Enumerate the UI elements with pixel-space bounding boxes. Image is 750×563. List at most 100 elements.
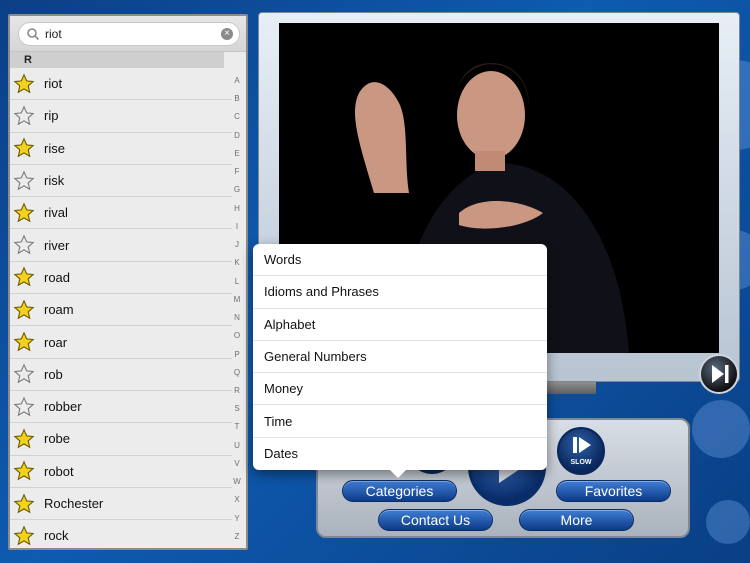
star-outline-icon[interactable] [13,396,35,418]
star-filled-icon[interactable] [13,525,35,547]
word-label: riot [44,76,63,92]
word-label: rob [44,366,63,382]
more-button[interactable]: More [519,509,634,531]
alphabet-index[interactable]: ABCDEFGHIJKLMNOPQRSTUVWXYZ [228,76,246,542]
star-filled-icon[interactable] [13,299,35,321]
list-item[interactable]: road [10,262,232,295]
list-item[interactable]: robot [10,456,232,488]
favorites-button[interactable]: Favorites [556,480,671,502]
index-letter[interactable]: D [234,131,240,141]
word-label: rip [44,108,59,124]
word-label: rock [44,528,69,544]
star-filled-icon[interactable] [13,460,35,482]
word-label: robe [44,431,71,447]
index-letter[interactable]: Y [234,514,239,524]
slow-play-icon [573,437,591,453]
list-item[interactable]: roar [10,326,232,359]
word-label: roar [44,334,68,350]
list-item[interactable]: roam [10,294,232,327]
star-outline-icon[interactable] [13,105,35,127]
word-label: risk [44,173,65,189]
star-outline-icon[interactable] [13,234,35,256]
index-letter[interactable]: W [233,477,241,487]
slow-label: SLOW [570,459,592,466]
next-button[interactable] [699,354,739,394]
star-filled-icon[interactable] [13,428,35,450]
search-input[interactable] [45,25,205,43]
index-letter[interactable]: G [234,185,240,195]
menu-item-category[interactable]: Idioms and Phrases [253,276,547,309]
search-icon [27,28,40,41]
skip-next-icon [712,365,729,383]
menu-item-category[interactable]: Money [253,373,547,406]
menu-item-category[interactable]: Dates [253,438,547,470]
index-letter[interactable]: R [234,386,240,396]
index-letter[interactable]: S [234,404,239,414]
list-item[interactable]: river [10,229,232,262]
categories-button[interactable]: Categories [342,480,457,502]
star-outline-icon[interactable] [13,363,35,385]
list-item[interactable]: rip [10,100,232,133]
star-filled-icon[interactable] [13,492,35,515]
menu-item-category[interactable]: Time [253,405,547,438]
word-list: riot rip rise risk rival river road roam roar rob… [10,68,232,548]
categories-popover: Words Idioms and Phrases Alphabet General N… [253,244,547,470]
word-label: rival [44,205,68,221]
list-item[interactable]: risk [10,165,232,198]
list-item[interactable]: robber [10,391,232,424]
menu-item-category[interactable]: Words [253,244,547,277]
word-list-panel: × R riot rip rise risk rival river road roam roa… [8,14,248,550]
index-letter[interactable]: Z [235,532,240,542]
word-label: robot [44,463,74,479]
word-label: rise [44,140,65,156]
background-bubble [692,400,750,458]
star-filled-icon[interactable] [13,73,35,95]
index-letter[interactable]: C [234,112,240,122]
index-letter[interactable]: P [234,350,239,360]
star-filled-icon[interactable] [13,137,35,159]
star-filled-icon[interactable] [13,331,35,353]
star-outline-icon[interactable] [13,169,35,192]
index-letter[interactable]: N [234,313,240,323]
word-label: roam [44,302,74,318]
index-letter[interactable]: B [234,94,239,104]
word-label: Rochester [44,496,104,511]
section-header: R [10,52,224,68]
index-letter[interactable]: Q [234,368,240,378]
list-item[interactable]: rock [10,520,232,548]
star-filled-icon[interactable] [13,266,35,288]
index-letter[interactable]: E [234,149,239,159]
slow-button[interactable]: SLOW [557,427,605,475]
star-filled-icon[interactable] [13,202,35,224]
index-letter[interactable]: A [234,76,239,86]
index-letter[interactable]: K [234,258,239,268]
index-letter[interactable]: F [235,167,240,177]
index-letter[interactable]: V [234,459,239,469]
word-label: river [44,237,70,253]
list-item[interactable]: rob [10,359,232,391]
index-letter[interactable]: O [234,331,240,341]
list-item[interactable]: rival [10,197,232,230]
search-box[interactable]: × [18,22,240,46]
index-letter[interactable]: T [235,422,240,432]
menu-item-category[interactable]: Alphabet [253,309,547,341]
background-bubble [706,500,750,544]
list-item[interactable]: riot [10,68,232,101]
menu-item-category[interactable]: General Numbers [253,341,547,374]
index-letter[interactable]: X [234,495,239,505]
popover-arrow [388,468,408,478]
clear-icon[interactable]: × [221,28,233,40]
word-label: road [44,269,71,285]
index-letter[interactable]: J [235,240,239,250]
index-letter[interactable]: M [234,295,241,305]
list-item[interactable]: rise [10,133,232,165]
search-bar: × [10,16,246,52]
index-letter[interactable]: H [234,204,240,214]
list-item[interactable]: robe [10,423,232,456]
index-letter[interactable]: L [235,277,239,287]
word-label: robber [44,399,82,415]
index-letter[interactable]: U [234,441,240,451]
index-letter[interactable]: I [236,222,238,232]
contact-us-button[interactable]: Contact Us [378,509,493,531]
list-item[interactable]: Rochester [10,488,232,521]
